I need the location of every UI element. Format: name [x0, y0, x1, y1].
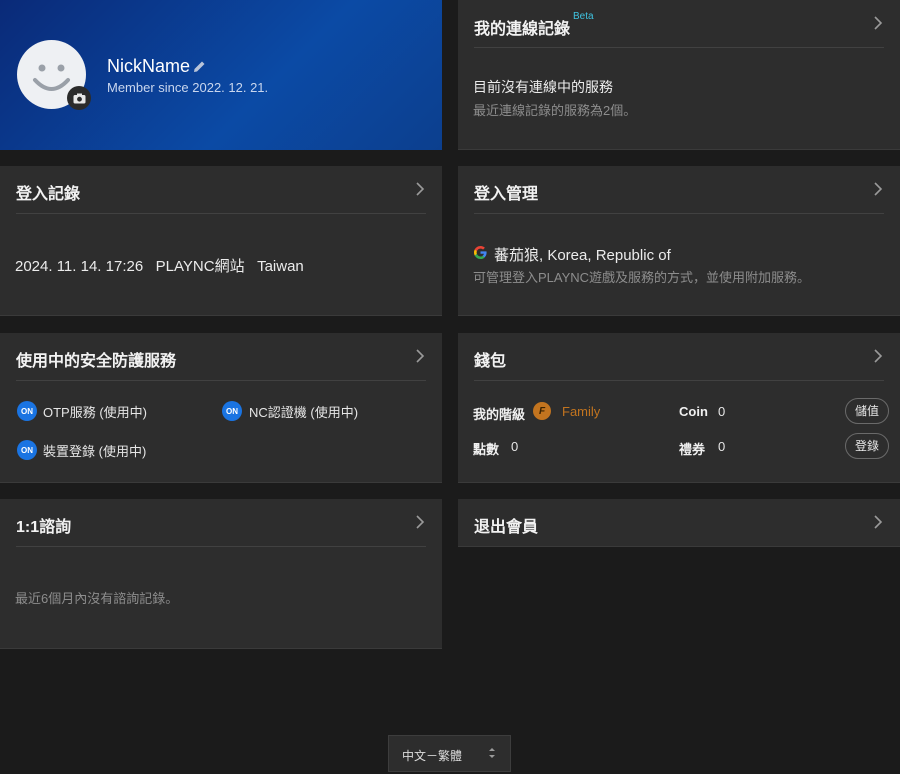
select-arrows-icon	[489, 748, 495, 758]
on-badge: ON	[17, 440, 37, 460]
connection-history-card[interactable]: 我的連線記錄Beta 目前沒有連線中的服務 最近連線記錄的服務為2個。	[458, 0, 900, 150]
chevron-right-icon[interactable]	[870, 181, 886, 197]
beta-badge: Beta	[573, 11, 594, 22]
card-header: 退出會員	[474, 499, 884, 546]
coin-value: 0	[718, 404, 726, 419]
card-header: 登入記錄	[16, 166, 426, 214]
chevron-right-icon[interactable]	[870, 514, 886, 530]
card-title: 錢包	[474, 353, 507, 370]
voucher-value: 0	[718, 439, 726, 454]
member-since: Member since 2022. 12. 21.	[107, 80, 269, 95]
connection-note: 最近連線記錄的服務為2個。	[473, 103, 637, 118]
inquiry-card[interactable]: 1:1諮詢 最近6個月內沒有諮詢記錄。	[0, 499, 442, 649]
card-title: 登入管理	[474, 186, 539, 203]
card-header: 1:1諮詢	[16, 499, 426, 547]
chevron-right-icon[interactable]	[412, 348, 428, 364]
chevron-right-icon[interactable]	[870, 15, 886, 31]
chevron-right-icon[interactable]	[412, 181, 428, 197]
voucher-label: 禮券	[679, 442, 706, 457]
security-service-otp: OTP服務 (使用中)	[43, 405, 147, 420]
points-value: 0	[511, 439, 519, 454]
language-select[interactable]: 中文－繁體	[388, 735, 511, 772]
card-title: 使用中的安全防護服務	[16, 353, 177, 370]
register-voucher-button[interactable]: 登錄	[845, 433, 890, 459]
login-management-card[interactable]: 登入管理 蕃茄狼, Korea, Republic of 可管理登入PLAYNC…	[458, 166, 900, 316]
login-manage-note: 可管理登入PLAYNC遊戲及服務的方式，並使用附加服務。	[473, 270, 811, 285]
card-title: 登入記錄	[16, 186, 81, 203]
pencil-icon[interactable]	[193, 60, 206, 73]
card-header: 登入管理	[474, 166, 884, 214]
card-title: 退出會員	[474, 519, 539, 536]
withdraw-membership-card[interactable]: 退出會員	[458, 499, 900, 547]
card-header: 使用中的安全防護服務	[16, 333, 426, 381]
linked-account: 蕃茄狼, Korea, Republic of	[494, 247, 671, 264]
coin-label: Coin	[679, 404, 708, 419]
language-select-value: 中文－繁體	[402, 749, 463, 763]
card-header: 錢包	[474, 333, 884, 381]
card-title: 1:1諮詢	[16, 519, 72, 536]
card-title: 我的連線記錄Beta	[474, 11, 594, 38]
security-service-device-registration: 裝置登錄 (使用中)	[43, 444, 147, 459]
points-label: 點數	[473, 442, 500, 457]
security-services-card[interactable]: 使用中的安全防護服務 ON OTP服務 (使用中) ON NC認證機 (使用中)…	[0, 333, 442, 483]
login-history-card[interactable]: 登入記錄 2024. 11. 14. 17:26 PLAYNC網站 Taiwan	[0, 166, 442, 316]
grade-value: Family	[562, 404, 601, 419]
chevron-right-icon[interactable]	[412, 514, 428, 530]
card-header: 我的連線記錄Beta	[474, 0, 884, 48]
wallet-card[interactable]: 錢包 我的階級 F Family Coin 0 儲值 點數 0 禮券 0 登錄	[458, 333, 900, 483]
camera-icon[interactable]	[67, 86, 91, 110]
family-grade-badge: F	[533, 402, 551, 420]
google-icon	[474, 246, 487, 259]
nickname: NickName	[107, 56, 191, 76]
grade-label: 我的階級	[473, 407, 526, 422]
security-service-nc-authenticator: NC認證機 (使用中)	[249, 405, 359, 420]
login-entry: 2024. 11. 14. 17:26 PLAYNC網站 Taiwan	[15, 258, 304, 275]
charge-button[interactable]: 儲值	[845, 398, 890, 424]
inquiry-note: 最近6個月內沒有諮詢記錄。	[15, 591, 179, 606]
connection-status: 目前沒有連線中的服務	[473, 79, 613, 95]
on-badge: ON	[222, 401, 242, 421]
chevron-right-icon[interactable]	[870, 348, 886, 364]
profile-card: NickName Member since 2022. 12. 21.	[0, 0, 442, 150]
on-badge: ON	[17, 401, 37, 421]
